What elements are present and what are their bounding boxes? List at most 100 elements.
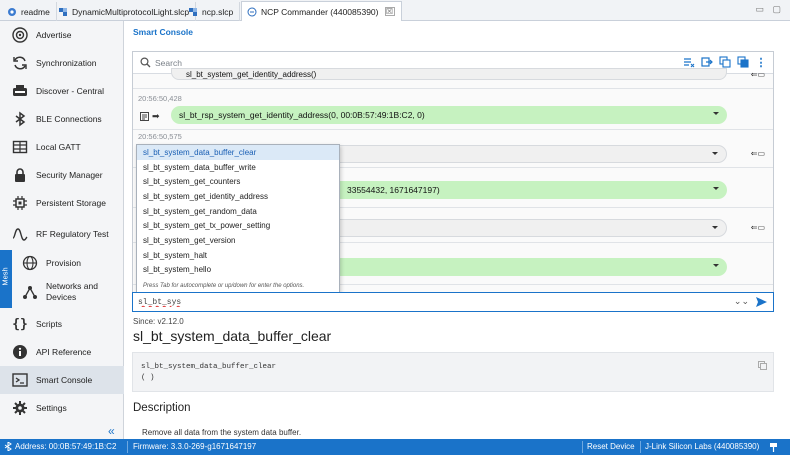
autocomplete-option[interactable]: sl_bt_system_data_buffer_write xyxy=(137,160,339,175)
device-address-text: Address: 00:0B:57:49:1B:C2 xyxy=(15,442,117,451)
sidebar-item-label: Security Manager xyxy=(36,170,103,180)
tab-dynamic-multiprotocol-light[interactable]: DynamicMultiprotocolLight.slcp xyxy=(53,2,197,21)
sidebar-item-label: Scripts xyxy=(36,319,62,329)
network-icon xyxy=(22,284,38,300)
command-pill[interactable]: sl_bt_system_get_identity_address() xyxy=(171,68,727,80)
event-text: 33554432, 1671647197) xyxy=(347,185,440,195)
sidebar-item-persistent-storage[interactable]: Persistent Storage xyxy=(0,189,124,217)
command-text: sl_bt_system_get_identity_address() xyxy=(186,69,317,79)
copy-all-icon[interactable] xyxy=(719,56,731,68)
sidebar-item-label: Advertise xyxy=(36,30,72,40)
timestamp: 20:56:50,428 xyxy=(138,94,182,103)
command-input-box: ⌄⌄ xyxy=(132,292,774,312)
sidebar-item-settings[interactable]: Settings xyxy=(0,394,124,422)
sidebar-item-api-reference[interactable]: API Reference xyxy=(0,338,124,366)
project-icon xyxy=(58,7,68,17)
sidebar-item-label: RF Regulatory Test xyxy=(36,229,109,239)
sidebar-item-ble-connections[interactable]: BLE Connections xyxy=(0,105,124,133)
expand-down-icon[interactable]: ⌄⌄ xyxy=(734,296,749,307)
sidebar-item-label: Networks and Devices xyxy=(46,281,98,303)
pin-icon[interactable] xyxy=(769,442,778,454)
autocomplete-option[interactable]: sl_bt_system_hello xyxy=(137,263,339,278)
sidebar-item-security-manager[interactable]: Security Manager xyxy=(0,161,124,189)
autocomplete-option[interactable]: sl_bt_system_get_identity_address xyxy=(137,189,339,204)
clear-console-icon[interactable] xyxy=(683,56,695,68)
sidebar-item-label: BLE Connections xyxy=(36,114,102,124)
expand-caret-icon[interactable] xyxy=(713,112,719,115)
autocomplete-option[interactable]: sl_bt_system_data_buffer_clear xyxy=(137,145,339,160)
tab-label: readme xyxy=(21,6,50,17)
timestamp: 20:56:50,575 xyxy=(138,132,182,141)
sidebar-item-advertise[interactable]: Advertise xyxy=(0,21,124,49)
code-line: sl_bt_system_data_buffer_clear xyxy=(141,363,277,371)
resend-icon[interactable]: ⇐▭ xyxy=(751,149,765,158)
resend-icon[interactable]: ⇐▭ xyxy=(751,70,765,79)
table-icon xyxy=(12,139,28,155)
close-tab-icon[interactable]: ☒ xyxy=(384,7,395,16)
gear-icon xyxy=(7,7,17,17)
row-separator xyxy=(133,129,773,130)
copy-icon[interactable] xyxy=(758,361,767,372)
code-line: ( ) xyxy=(141,374,155,382)
printer-icon xyxy=(12,83,28,99)
send-icon[interactable] xyxy=(755,296,768,310)
description-heading: Description xyxy=(133,402,191,414)
terminal-icon xyxy=(12,372,28,388)
status-divider xyxy=(582,441,583,453)
sidebar-item-scripts[interactable]: {} Scripts xyxy=(0,310,124,338)
sidebar-item-local-gatt[interactable]: Local GATT xyxy=(0,133,124,161)
sidebar-item-synchronization[interactable]: Synchronization xyxy=(0,49,124,77)
sidebar-item-label-line2: Devices xyxy=(46,292,77,302)
autocomplete-hint: Press Tab for autocomplete or up/down fo… xyxy=(143,283,305,289)
autocomplete-option[interactable]: sl_bt_system_halt xyxy=(137,248,339,263)
command-input[interactable] xyxy=(138,296,718,309)
more-options-icon[interactable]: ⋮ xyxy=(755,56,767,69)
tab-label: ncp.slcp xyxy=(202,6,234,17)
tab-ncp-slcp[interactable]: ncp.slcp xyxy=(183,2,241,21)
autocomplete-option[interactable]: sl_bt_system_get_counters xyxy=(137,174,339,189)
event-marker: ➡ xyxy=(140,111,160,122)
page-title: Smart Console xyxy=(133,27,193,37)
arrow-right-icon: ➡ xyxy=(152,111,160,121)
sidebar-item-discover-central[interactable]: Discover - Central xyxy=(0,77,124,105)
search-icon xyxy=(140,57,151,70)
sidebar-item-smart-console[interactable]: Smart Console xyxy=(0,366,124,394)
autocomplete-option[interactable]: sl_bt_system_get_random_data xyxy=(137,204,339,219)
reset-device-button[interactable]: Reset Device xyxy=(587,442,635,451)
response-pill[interactable]: sl_bt_rsp_system_get_identity_address(0,… xyxy=(171,106,727,124)
tab-ncp-commander[interactable]: NCP Commander (440085390) ☒ xyxy=(241,1,402,21)
copy-selected-icon[interactable] xyxy=(737,56,749,68)
autocomplete-option[interactable]: sl_bt_system_get_version xyxy=(137,233,339,248)
autocomplete-option[interactable]: sl_bt_system_get_tx_power_setting xyxy=(137,219,339,234)
sidebar: Advertise Synchronization Discover - Cen… xyxy=(0,21,124,439)
search-input[interactable]: Search xyxy=(155,58,182,68)
expand-caret-icon[interactable] xyxy=(713,264,719,267)
gear-icon xyxy=(12,400,28,416)
tab-label: NCP Commander (440085390) xyxy=(261,6,379,17)
code-signature: sl_bt_system_data_buffer_clear ( ) xyxy=(132,352,774,392)
bluetooth-icon xyxy=(4,442,12,451)
sidebar-item-label: Local GATT xyxy=(36,142,81,152)
expand-caret-icon[interactable] xyxy=(712,152,718,155)
adapter-name: J-Link Silicon Labs (440085390) xyxy=(645,442,760,451)
device-address: Address: 00:0B:57:49:1B:C2 xyxy=(4,442,116,451)
sidebar-item-networks-devices[interactable]: Networks and Devices xyxy=(0,277,124,307)
tab-readme[interactable]: readme xyxy=(2,2,57,21)
sidebar-item-label: Synchronization xyxy=(36,58,97,68)
collapse-sidebar-icon[interactable]: « xyxy=(108,424,115,438)
bluetooth-icon xyxy=(12,111,28,127)
resend-icon[interactable]: ⇐▭ xyxy=(751,223,765,232)
sidebar-item-rf-regulatory-test[interactable]: RF Regulatory Test xyxy=(0,220,124,248)
console-log: Search ⋮ sl_bt_system_get_identity_addre xyxy=(132,51,774,306)
row-separator xyxy=(133,88,773,89)
expand-caret-icon[interactable] xyxy=(712,226,718,229)
status-divider xyxy=(640,441,641,453)
sidebar-item-provision[interactable]: Provision xyxy=(0,249,124,277)
export-icon[interactable] xyxy=(701,56,713,68)
expand-caret-icon[interactable] xyxy=(713,187,719,190)
sidebar-item-label: API Reference xyxy=(36,347,92,357)
wave-icon xyxy=(12,226,28,242)
window-controls[interactable]: ▭ ▢ xyxy=(755,4,784,15)
firmware-version: Firmware: 3.3.0-269-g1671647197 xyxy=(133,442,257,451)
sidebar-item-label: Discover - Central xyxy=(36,86,105,96)
